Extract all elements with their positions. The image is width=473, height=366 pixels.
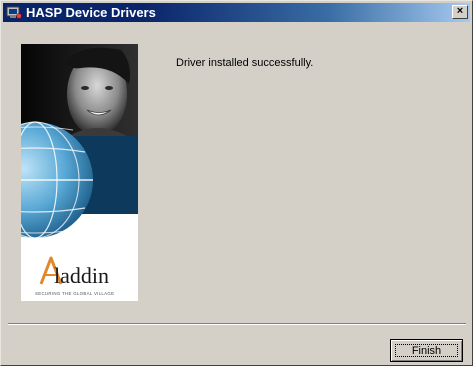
status-message: Driver installed successfully. — [176, 57, 314, 69]
installer-icon — [6, 6, 22, 19]
aladdin-banner: laddin SECURING THE GLOBAL VILLAGE — [21, 44, 138, 301]
close-icon: × — [456, 5, 464, 17]
installer-dialog: HASP Device Drivers × laddin SECURING TH… — [0, 0, 473, 366]
logo-text: laddin — [54, 263, 109, 288]
title-bar[interactable]: HASP Device Drivers × — [3, 3, 470, 22]
finish-button[interactable]: Finish — [390, 339, 463, 362]
finish-button-label: Finish — [395, 344, 458, 357]
separator-line — [8, 323, 466, 325]
logo-tagline: SECURING THE GLOBAL VILLAGE — [35, 291, 114, 296]
close-button[interactable]: × — [452, 5, 468, 19]
window-title: HASP Device Drivers — [26, 5, 156, 20]
banner-graphic: laddin SECURING THE GLOBAL VILLAGE — [21, 44, 138, 301]
